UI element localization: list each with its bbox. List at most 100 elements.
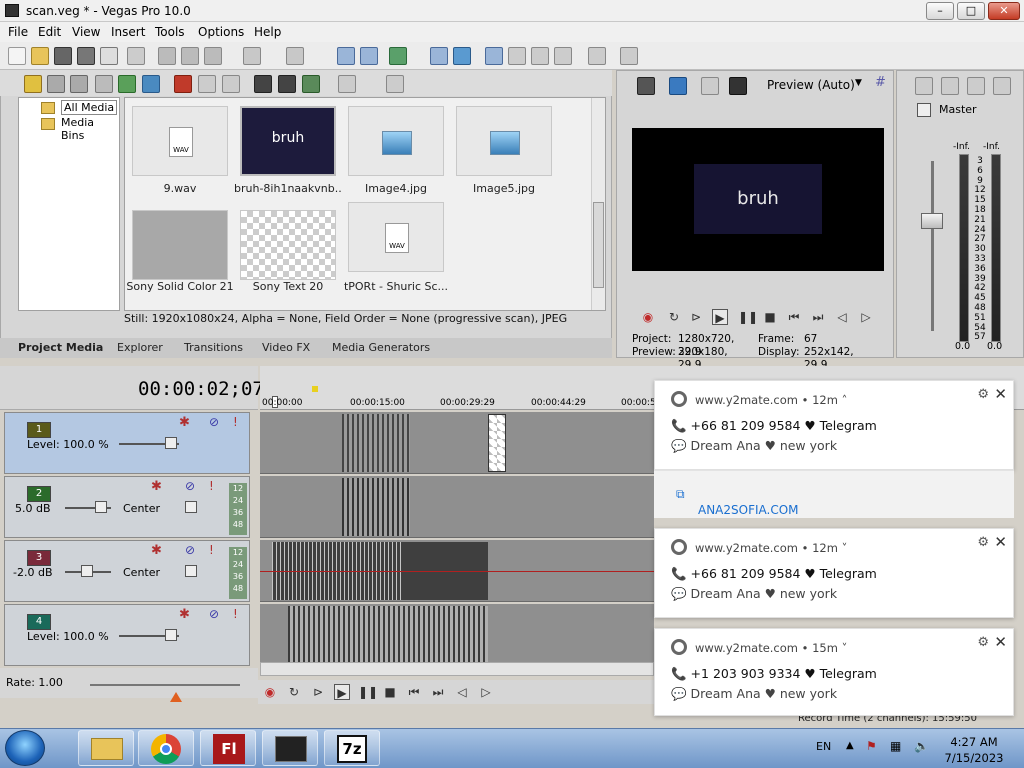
snapping-icon[interactable]	[337, 47, 355, 65]
go-to-end-icon[interactable]: ⏭	[810, 309, 826, 325]
crossfade-icon[interactable]	[453, 47, 471, 65]
fx-icon[interactable]	[701, 77, 719, 95]
insert-bus-icon[interactable]	[993, 77, 1011, 95]
loop-icon[interactable]: ↻	[666, 309, 682, 325]
volume-slider-thumb[interactable]	[95, 501, 107, 513]
track-lane-4[interactable]	[260, 604, 654, 666]
solo-icon[interactable]: !	[209, 543, 214, 557]
notification-2[interactable]: www.y2mate.com • 12m ˅ ⚙ ✕ 📞 +66 81 209 …	[654, 528, 1014, 618]
media-item[interactable]	[456, 106, 552, 176]
rate-slider-thumb[interactable]	[170, 692, 182, 702]
next-frame-icon[interactable]: ▷	[858, 309, 874, 325]
menu-help[interactable]: Help	[254, 25, 281, 39]
selection-tool-icon[interactable]	[531, 47, 549, 65]
overlays-icon[interactable]: #	[875, 75, 886, 90]
menu-view[interactable]: View	[72, 25, 100, 39]
external-monitor-icon[interactable]	[669, 77, 687, 95]
cut-icon[interactable]	[158, 47, 176, 65]
level-slider-thumb[interactable]	[165, 437, 177, 449]
menu-file[interactable]: File	[8, 25, 28, 39]
lock-envelopes-icon[interactable]	[389, 47, 407, 65]
solo-icon[interactable]: !	[233, 607, 238, 621]
downmix-icon[interactable]	[941, 77, 959, 95]
mute-icon[interactable]: ⊘	[185, 479, 195, 493]
pause-icon[interactable]: ❚❚	[738, 309, 758, 325]
gear-icon[interactable]: ⚙	[977, 535, 989, 550]
marker-icon[interactable]	[312, 386, 318, 392]
notification-1[interactable]: www.y2mate.com • 12m ˄ ⚙ ✕ 📞 +66 81 209 …	[654, 380, 1014, 470]
get-media-icon[interactable]	[70, 75, 88, 93]
media-item-selected[interactable]: bruh	[240, 106, 336, 176]
views-icon[interactable]	[338, 75, 356, 93]
import-media-icon[interactable]	[24, 75, 42, 93]
notification-1-link[interactable]: ⧉ ANA2SOFIA.COM	[654, 470, 1014, 518]
media-item[interactable]: WAV	[132, 106, 228, 176]
notification-3[interactable]: www.y2mate.com • 15m ˅ ⚙ ✕ 📞 +1 203 903 …	[654, 628, 1014, 716]
record-icon[interactable]: ◉	[262, 684, 278, 700]
auto-ripple-icon[interactable]	[360, 47, 378, 65]
stop-media-icon[interactable]	[278, 75, 296, 93]
web-media-icon[interactable]	[118, 75, 136, 93]
open-folder-icon[interactable]	[31, 47, 49, 65]
save-icon[interactable]	[54, 47, 72, 65]
volume-envelope[interactable]	[260, 571, 654, 572]
mute-icon[interactable]: ⊘	[185, 543, 195, 557]
show-hidden-icons[interactable]: ▲	[846, 740, 854, 751]
text-clip[interactable]	[488, 414, 506, 472]
language-indicator[interactable]: EN	[816, 740, 831, 753]
tab-media-generators[interactable]: Media Generators	[332, 341, 430, 354]
save-as-icon[interactable]	[77, 47, 95, 65]
taskbar-7zip[interactable]: 7z	[324, 730, 380, 766]
track-fx-icon[interactable]: ✱	[151, 479, 162, 494]
taskbar-flash[interactable]: Fl	[200, 730, 256, 766]
media-properties-icon[interactable]	[198, 75, 216, 93]
action-center-icon[interactable]: ⚑	[866, 739, 877, 753]
track-header-video-4[interactable]: 4 Level: 100.0 % ✱ ⊘ !	[4, 604, 250, 666]
solo-icon[interactable]: !	[209, 479, 214, 493]
timeline-scrollbar[interactable]	[260, 662, 654, 676]
track-header-audio-2[interactable]: 2 5.0 dB Center ✱ ⊘ ! 12 24 36 48	[4, 476, 250, 538]
record-icon[interactable]: ◉	[640, 309, 656, 325]
notification-link-text[interactable]: ⧉ ANA2SOFIA.COM	[676, 487, 799, 517]
normal-edit-tool-icon[interactable]	[485, 47, 503, 65]
capture-video-icon[interactable]	[47, 75, 65, 93]
redo-icon[interactable]	[286, 47, 304, 65]
go-to-start-icon[interactable]: ⏮	[786, 309, 802, 325]
play-media-icon[interactable]	[254, 75, 272, 93]
track-fx-icon[interactable]: ✱	[179, 607, 190, 622]
media-item[interactable]	[348, 106, 444, 176]
track-header-video-1[interactable]: 1 Level: 100.0 % ✱ ⊘ !	[4, 412, 250, 474]
menu-tools[interactable]: Tools	[155, 25, 185, 39]
play-from-start-icon[interactable]: ⊳	[688, 309, 704, 325]
windows-start-icon[interactable]	[5, 730, 45, 766]
render-icon[interactable]	[100, 47, 118, 65]
level-slider-thumb[interactable]	[165, 629, 177, 641]
play-from-start-icon[interactable]: ⊳	[310, 684, 326, 700]
maximize-button[interactable]: □	[957, 2, 985, 20]
pause-icon[interactable]: ❚❚	[358, 684, 378, 700]
dim-output-icon[interactable]	[967, 77, 985, 95]
timecode-display[interactable]: 00:00:02;07	[138, 378, 264, 400]
paste-icon[interactable]	[204, 47, 222, 65]
tree-item-all-media[interactable]: All Media	[61, 100, 118, 115]
brush-icon[interactable]	[588, 47, 606, 65]
copy-icon[interactable]	[181, 47, 199, 65]
track-fx-icon[interactable]: ✱	[179, 415, 190, 430]
video-clip[interactable]	[342, 414, 410, 472]
close-button[interactable]: ✕	[988, 2, 1020, 20]
track-lane-1[interactable]	[260, 412, 654, 474]
taskbar-vegas[interactable]	[262, 730, 318, 766]
mute-icon[interactable]: ⊘	[209, 415, 219, 429]
tab-explorer[interactable]: Explorer	[117, 341, 163, 354]
mixer-properties-icon[interactable]	[915, 77, 933, 95]
audio-clip[interactable]	[342, 478, 410, 536]
play-icon[interactable]: ▶	[334, 684, 350, 700]
minimize-button[interactable]: –	[926, 2, 954, 20]
media-fx-icon[interactable]	[222, 75, 240, 93]
tab-transitions[interactable]: Transitions	[184, 341, 243, 354]
zoom-tool-icon[interactable]	[554, 47, 572, 65]
loop-icon[interactable]: ↻	[286, 684, 302, 700]
track-lane-3[interactable]	[260, 540, 654, 602]
ignore-grouping-icon[interactable]	[430, 47, 448, 65]
next-frame-icon[interactable]: ▷	[478, 684, 494, 700]
